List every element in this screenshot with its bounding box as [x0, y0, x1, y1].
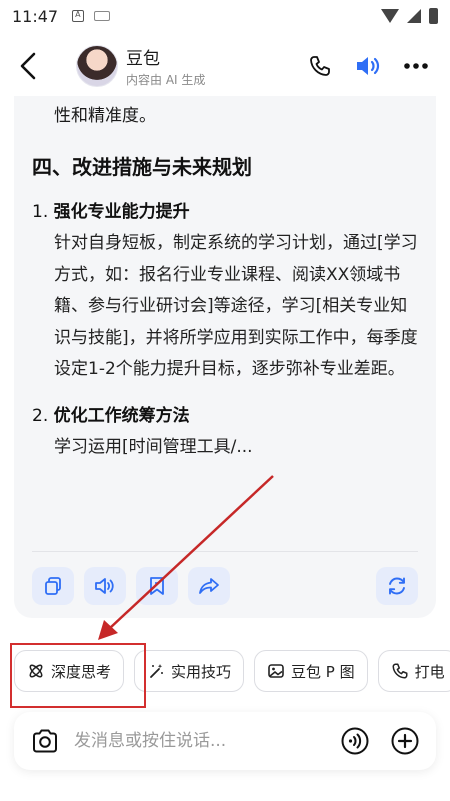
bookmark-icon — [150, 577, 164, 595]
add-button[interactable] — [388, 724, 422, 758]
read-aloud-button[interactable] — [84, 567, 126, 605]
list-item-number: 1. — [32, 202, 49, 222]
wifi-icon — [381, 9, 399, 23]
camera-icon — [33, 729, 57, 753]
speaker-icon — [357, 57, 380, 75]
list-item-body: 针对自身短板，制定系统的学习计划，通过[学习方式，如：报名行业专业课程、阅读XX… — [54, 233, 418, 379]
call-button[interactable] — [306, 52, 334, 80]
list-item-heading: 优化工作统筹方法 — [53, 405, 190, 426]
assistant-message-card: 性和精准度。 四、改进措施与未来规划 1. 强化专业能力提升 针对自身短板，制定… — [14, 96, 436, 618]
section-heading: 四、改进措施与未来规划 — [32, 155, 252, 179]
more-icon — [404, 63, 428, 69]
copy-icon — [45, 577, 61, 595]
message-paragraph: 性和精准度。 — [54, 106, 156, 126]
share-icon — [199, 578, 219, 594]
chip-phone-call[interactable]: 打电 — [377, 650, 450, 692]
chat-header: 豆包 内容由 AI 生成 — [0, 32, 450, 100]
avatar[interactable] — [76, 45, 118, 87]
chip-practical-tips[interactable]: 实用技巧 — [134, 650, 245, 692]
list-item-heading: 强化专业能力提升 — [53, 202, 190, 222]
phone-icon — [392, 663, 408, 679]
more-button[interactable] — [402, 52, 430, 80]
plus-circle-icon — [391, 727, 419, 755]
message-content: 性和精准度。 四、改进措施与未来规划 1. 强化专业能力提升 针对自身短板，制定… — [32, 96, 418, 463]
magic-wand-icon — [150, 664, 164, 678]
chip-label: 实用技巧 — [171, 662, 232, 681]
chevron-left-icon — [20, 52, 36, 80]
bot-subtitle: 内容由 AI 生成 — [126, 73, 206, 87]
voice-wave-icon — [341, 727, 369, 755]
list-item-body: 学习运用[时间管理工具/... — [54, 436, 253, 457]
list-item-title: 2. 优化工作统筹方法 — [32, 400, 418, 432]
refresh-icon — [389, 577, 405, 595]
camera-button[interactable] — [28, 724, 62, 758]
phone-icon — [310, 56, 330, 76]
list-item: 2. 优化工作统筹方法 学习运用[时间管理工具/... — [32, 400, 418, 464]
back-button[interactable] — [0, 38, 56, 94]
annotation-highlight-box — [10, 643, 146, 708]
list-item: 1. 强化专业能力提升 针对自身短板，制定系统的学习计划，通过[学习方式，如：报… — [32, 196, 418, 386]
chip-photo-edit[interactable]: 豆包 P 图 — [254, 650, 368, 692]
bookmark-button[interactable] — [136, 567, 178, 605]
bot-title: 豆包 内容由 AI 生成 — [126, 44, 205, 88]
list-item-title: 1. 强化专业能力提升 — [32, 196, 418, 228]
regenerate-button[interactable] — [376, 567, 418, 605]
status-bar: 11:47 — [0, 0, 450, 32]
chip-label: 打电 — [414, 662, 445, 681]
keyboard-icon — [94, 11, 111, 21]
message-input-bar — [14, 712, 436, 770]
speaker-button[interactable] — [354, 52, 382, 80]
chip-label: 豆包 P 图 — [291, 662, 355, 681]
message-actions — [32, 567, 418, 607]
status-time: 11:47 — [12, 6, 59, 26]
list-item-number: 2. — [32, 405, 49, 426]
signal-icon — [407, 9, 421, 23]
divider — [32, 551, 418, 552]
share-button[interactable] — [188, 567, 230, 605]
copy-button[interactable] — [32, 567, 74, 605]
voice-button[interactable] — [338, 724, 372, 758]
font-app-icon — [72, 10, 85, 22]
image-icon — [268, 664, 284, 678]
speaker-icon — [95, 578, 114, 594]
battery-icon — [429, 8, 438, 24]
message-input[interactable] — [74, 731, 338, 751]
bot-name: 豆包 — [126, 49, 160, 69]
